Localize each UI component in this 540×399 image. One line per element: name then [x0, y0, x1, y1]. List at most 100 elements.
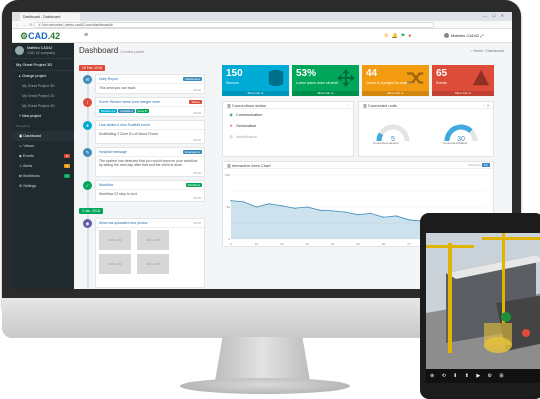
gear-icon: ⚙: [19, 184, 23, 188]
sidebar-item-workflows[interactable]: ⇄ Workflows 2: [12, 171, 74, 181]
change-project-label: Change project: [21, 74, 47, 78]
window-controls[interactable]: — ☐ ✕: [483, 13, 506, 18]
change-project-menu[interactable]: ▸ Change project: [12, 71, 74, 81]
timeline-item-title: Mina has uploaded new photos 09:30: [96, 219, 204, 228]
data-point: [243, 201, 245, 203]
photo-placeholder[interactable]: 300 × 200: [137, 254, 169, 274]
sidebar-item-alerts[interactable]: ⚠ Alerts 3: [12, 161, 74, 171]
browser-tab[interactable]: Dashboard - Dashboard: [20, 13, 80, 21]
viewer-icon: ▭: [19, 144, 23, 148]
chart-icon: ▥: [227, 163, 231, 168]
x-tick-label: 50: [356, 242, 360, 246]
x-tick-label: 20: [280, 242, 284, 246]
sidebar-user-name: Mathieu CAD42: [27, 46, 53, 50]
chip[interactable]: Workers 12: [99, 109, 118, 113]
timeline-time: 09:30: [193, 111, 201, 115]
timeline-time: 09:30: [193, 88, 201, 92]
sidebar-company: CAD 42 company: [27, 51, 56, 55]
panel-header: ▥ Connections status −: [223, 102, 353, 109]
stat-box-events: 65 Events More info ➜: [432, 65, 494, 96]
breadcrumb[interactable]: ⌂ Home › Dashboard: [470, 49, 504, 53]
logo[interactable]: ⚙CAD.42: [20, 31, 60, 42]
user-icon[interactable]: ●: [408, 33, 414, 39]
workflow-icon: ⇄: [19, 174, 23, 178]
bell-icon[interactable]: 🔔: [391, 33, 400, 39]
logo-text: CAD: [28, 31, 48, 41]
panel-header: ▥ Interactive Area Chart Real time On: [223, 162, 493, 169]
more-info-link[interactable]: More info ➜: [362, 91, 429, 96]
sidebar-item-label: Workflows: [23, 174, 40, 178]
timeline-item[interactable]: Daily Report Dashboard This area you can …: [95, 74, 205, 94]
sidebar-item-events[interactable]: ◆ Events 8: [12, 151, 74, 161]
timeline-item[interactable]: Hospital message Emergency The system has…: [95, 147, 205, 177]
data-point: [306, 206, 308, 208]
timeline-time: 09:30: [193, 171, 201, 175]
menu-toggle-icon[interactable]: ≡: [84, 32, 88, 39]
photo-grid: 300 × 200 300 × 200 300 × 200 300 × 200: [96, 228, 204, 276]
chip[interactable]: Zone B: [135, 109, 149, 113]
sidebar-item-settings[interactable]: ⚙ Settings: [12, 181, 74, 191]
more-info-link[interactable]: More info ➜: [432, 91, 494, 96]
more-info-link[interactable]: More info ➜: [222, 91, 289, 96]
sidebar-item-viewer[interactable]: ▭ Viewer: [12, 141, 74, 151]
sidebar-user-panel: Mathieu CAD42 CAD 42 company: [12, 43, 74, 59]
new-project-button[interactable]: + New project: [12, 111, 74, 121]
y-tick-label: 100: [225, 173, 230, 177]
stat-value: 53%: [296, 68, 317, 79]
photo-placeholder[interactable]: 300 × 200: [99, 254, 131, 274]
data-point: [230, 200, 232, 202]
data-point: [293, 207, 296, 209]
timeline-item-body: Workflow 22 step to do it: [99, 192, 138, 196]
connections-panel: ▥ Connections status − ◉ Communication ➤ Ge…: [222, 101, 354, 157]
timeline-item-title-text: Workflow: [99, 183, 114, 187]
timeline-item-title: Workflow Workflow: [96, 181, 204, 190]
sidebar-project-2[interactable]: My Great Project 2D: [12, 91, 74, 101]
product-mockup: Dashboard - Dashboard — ☐ ✕ ← → ⟳ ① Non …: [0, 0, 540, 399]
sidebar-project-3[interactable]: My Great Project 4D: [12, 101, 74, 111]
panel-title: Connected units: [367, 103, 397, 108]
stat-value: 65: [436, 68, 448, 79]
chip[interactable]: Scaffold 4: [118, 109, 135, 113]
page-title-text: Dashboard: [79, 46, 119, 55]
monitor-stand-base: [180, 378, 350, 394]
sidebar-section-label: Navigation: [16, 124, 31, 128]
nav-buttons-icon[interactable]: ← → ⟳: [15, 22, 34, 27]
tablet-toolbar[interactable]: ⊕ ⟲ ⬇ ⬆ ▶ ⚙ ⊞: [426, 369, 540, 383]
x-tick-label: 70: [407, 242, 411, 246]
current-project[interactable]: My Great Project 3D: [12, 59, 74, 71]
photo-placeholder[interactable]: 300 × 200: [137, 230, 169, 250]
connection-row: ➤ Geolocation: [223, 120, 353, 131]
timeline-chips: Workers 12 Scaffold 4 Zone B: [96, 107, 204, 115]
sidebar-project-1[interactable]: My Great Project 3D: [12, 81, 74, 91]
expand-icon[interactable]: ⤢: [480, 33, 483, 38]
timeline-item[interactable]: Workflow Workflow Workflow 22 step to do …: [95, 180, 205, 202]
workflows-badge: 2: [64, 174, 70, 178]
database-icon: [268, 69, 284, 87]
user-menu[interactable]: Mathieu CAD42 ⤢: [444, 33, 484, 39]
url-field[interactable]: ① Non sécurisé | demo.cad42.com/dashboar…: [34, 22, 434, 28]
more-info-link[interactable]: More info ➜: [292, 91, 359, 96]
toggle-on-button[interactable]: On: [481, 163, 490, 167]
alert-icon: ⚠: [19, 164, 23, 168]
workflow-icon: ✓: [83, 181, 92, 190]
data-point: [408, 219, 410, 221]
timeline-item[interactable]: Event: Worker name zone danger zone Safet…: [95, 97, 205, 117]
sidebar: Mathieu CAD42 CAD 42 company My Great Pr…: [12, 43, 74, 289]
sidebar-item-label: Dashboard: [23, 134, 41, 138]
data-point: [370, 212, 372, 214]
collapse-icon[interactable]: −: [348, 103, 350, 108]
sidebar-item-label: Viewer: [23, 144, 35, 148]
timeline-date: 3 Jan. 2018: [79, 208, 103, 214]
connection-label: Communication: [236, 113, 263, 117]
address-bar: ← → ⟳ ① Non sécurisé | demo.cad42.com/da…: [12, 21, 512, 29]
timeline-item[interactable]: Lina added a new Scaffold event Scaffold…: [95, 120, 205, 144]
message-icon: ✎: [83, 148, 92, 157]
photo-placeholder[interactable]: 300 × 200: [99, 230, 131, 250]
warning-icon: [472, 69, 490, 86]
danger-icon: !: [83, 98, 92, 107]
stat-label: Events: [436, 81, 447, 85]
sidebar-item-dashboard[interactable]: ▣ Dashboard: [12, 131, 74, 141]
collapse-icon[interactable]: − ✕: [483, 103, 490, 108]
realtime-toggle[interactable]: Real time On: [468, 163, 490, 167]
timeline-item[interactable]: Mina has uploaded new photos 09:30 300 × …: [95, 218, 205, 288]
